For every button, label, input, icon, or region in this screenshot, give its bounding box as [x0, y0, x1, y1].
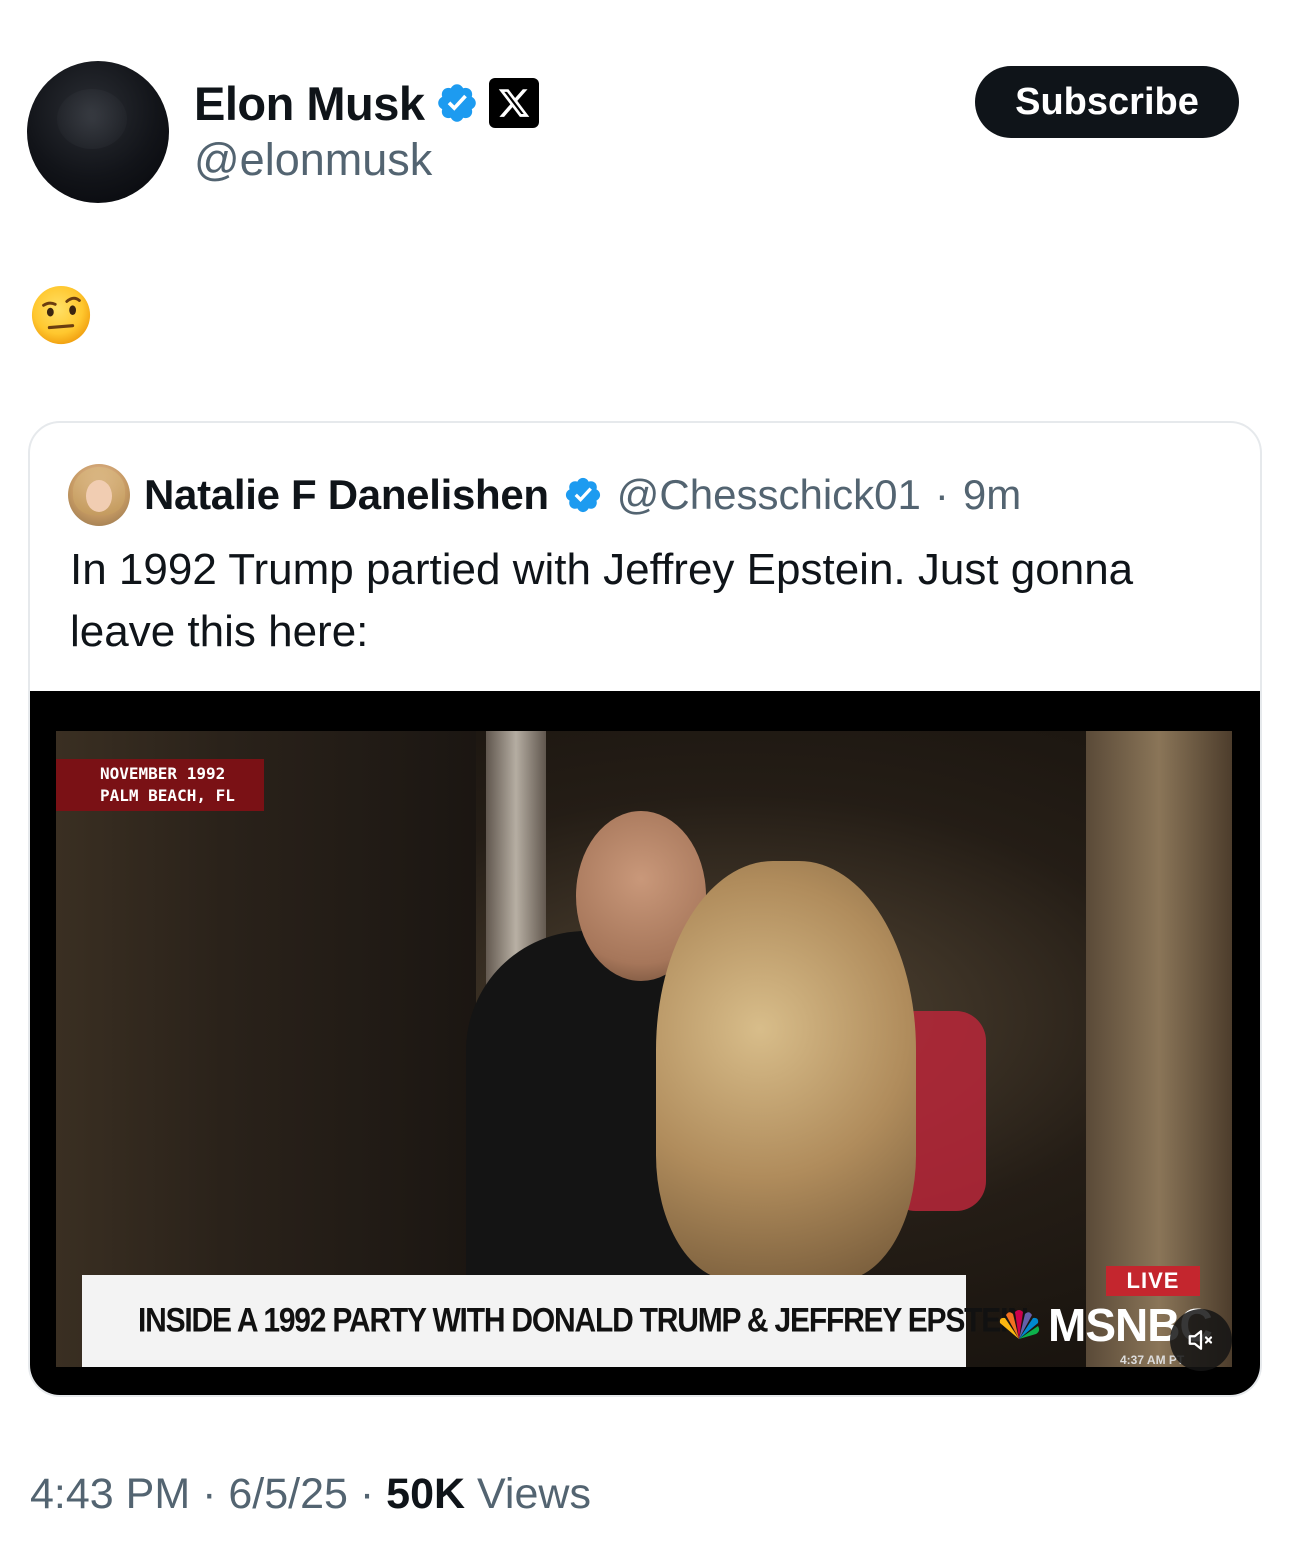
views-label: Views	[477, 1470, 591, 1518]
author-handle[interactable]: @elonmusk	[194, 134, 432, 186]
video-location-place: PALM BEACH, FL	[100, 786, 235, 805]
video-frame[interactable]: NOVEMBER 1992 PALM BEACH, FL INSIDE A 19…	[56, 731, 1232, 1367]
mute-toggle-button[interactable]	[1170, 1309, 1232, 1371]
video-location-date: NOVEMBER 1992	[100, 764, 226, 783]
video-scene-wall	[56, 731, 476, 1367]
post-timestamp[interactable]: 4:43 PM	[30, 1470, 190, 1518]
quoted-author-handle[interactable]: @Chesschick01	[617, 471, 921, 519]
quoted-separator: ·	[934, 471, 949, 518]
post-meta: 4:43 PM · 6/5/25 · 50K Views	[30, 1470, 591, 1519]
quoted-post-age[interactable]: 9m	[963, 471, 1021, 519]
quoted-post-text: In 1992 Trump partied with Jeffrey Epste…	[70, 545, 1134, 656]
author-name-row: Elon Musk	[194, 74, 539, 132]
peacock-logo-icon	[999, 1310, 1040, 1339]
author-avatar[interactable]	[27, 61, 169, 203]
subscribe-button[interactable]: Subscribe	[975, 66, 1239, 138]
x-logo-icon	[488, 78, 539, 128]
video-lower-third-caption: INSIDE A 1992 PARTY WITH DONALD TRUMP & …	[82, 1275, 1029, 1367]
video-location-tag: NOVEMBER 1992 PALM BEACH, FL	[56, 759, 264, 811]
verified-badge-icon	[435, 81, 479, 125]
quoted-post-card[interactable]: Natalie F Danelishen @Chesschick01 · 9m …	[28, 421, 1262, 1397]
video-live-tag: LIVE	[1106, 1266, 1200, 1296]
speaker-muted-icon	[1188, 1330, 1213, 1350]
meta-separator: ·	[202, 1470, 217, 1518]
quoted-verified-badge-icon	[563, 475, 603, 515]
author-display-name[interactable]: Elon Musk	[194, 76, 425, 131]
quoted-author-display-name[interactable]: Natalie F Danelishen	[144, 471, 549, 519]
post-header: Elon Musk @elonmusk Subscribe	[0, 0, 1290, 230]
video-player[interactable]: NOVEMBER 1992 PALM BEACH, FL INSIDE A 19…	[30, 691, 1260, 1395]
quoted-author-avatar[interactable]	[68, 464, 130, 526]
meta-separator: ·	[359, 1470, 375, 1518]
quoted-post-header: Natalie F Danelishen @Chesschick01 · 9m	[68, 463, 1021, 527]
raised-eyebrow-emoji-icon	[30, 284, 92, 346]
views-count: 50K	[386, 1470, 466, 1518]
post-date[interactable]: 6/5/25	[228, 1470, 348, 1518]
video-scene-figure	[656, 861, 916, 1281]
